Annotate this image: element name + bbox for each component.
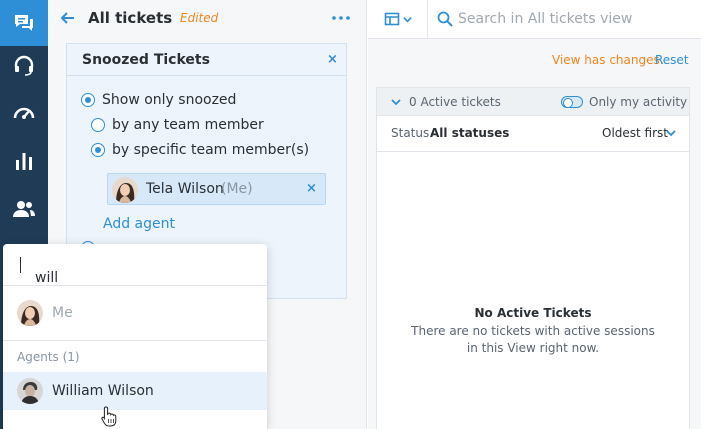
empty-state-line: There are no tickets with active session… [411, 324, 655, 338]
nav-item-reports[interactable] [0, 138, 48, 184]
agent-search-dropdown: will Me Agents (1) William Wilson [3, 244, 267, 429]
only-my-activity-toggle[interactable] [561, 96, 583, 108]
agent-search-input[interactable]: will [3, 244, 267, 286]
chat-bubbles-icon [15, 15, 33, 31]
status-dropdown[interactable]: All statuses [430, 126, 509, 140]
nav-item-tickets[interactable] [0, 0, 48, 46]
speedometer-icon [13, 107, 35, 119]
filter-title: Snoozed Tickets [82, 52, 210, 68]
dropdown-option-agent[interactable]: William Wilson [3, 372, 267, 410]
avatar [17, 378, 43, 404]
page-title: All tickets [88, 9, 173, 27]
radio-button[interactable] [81, 93, 95, 107]
bar-chart-icon [16, 153, 32, 170]
remove-agent-button[interactable]: × [306, 181, 317, 196]
radio-specific-team-member[interactable]: by specific team member(s) [91, 142, 309, 158]
only-my-activity-label: Only my activity [589, 95, 688, 109]
layout-icon [384, 12, 399, 26]
radio-label: by specific team member(s) [112, 142, 310, 158]
view-layout-toggle[interactable] [368, 0, 428, 38]
users-icon [13, 201, 35, 217]
chevron-down-icon[interactable] [391, 97, 401, 107]
chevron-down-icon [402, 16, 412, 22]
nav-item-dashboard[interactable] [0, 90, 48, 136]
view-changes-notice: View has changes. [552, 53, 664, 67]
text-caret [20, 257, 21, 273]
radio-label: Show only snoozed [102, 92, 237, 108]
more-options-icon[interactable] [331, 10, 351, 26]
status-label: Status [391, 126, 430, 140]
filter-header: Snoozed Tickets × [67, 44, 346, 76]
chevron-down-icon[interactable] [666, 129, 676, 137]
search-icon [437, 11, 453, 27]
agent-me-suffix: (Me) [221, 181, 253, 197]
radio-button[interactable] [91, 118, 105, 132]
empty-state-title: No Active Tickets [474, 306, 592, 320]
close-filter-button[interactable]: × [327, 52, 338, 67]
nav-item-support[interactable] [0, 42, 48, 88]
nav-item-customers[interactable] [0, 186, 48, 232]
agent-name: Tela Wilson [146, 181, 224, 197]
view-header: All tickets Edited [48, 0, 367, 38]
radio-label: by any team member [112, 117, 264, 133]
selected-agent-chip: Tela Wilson (Me) × [107, 173, 326, 205]
empty-state-line: in this View right now. [466, 341, 600, 355]
avatar [17, 300, 43, 326]
reset-link[interactable]: Reset [655, 53, 689, 67]
active-tickets-header: 0 Active tickets Only my activity [377, 88, 689, 116]
headset-icon [14, 55, 34, 76]
search-bar [368, 0, 701, 39]
sort-dropdown[interactable]: Oldest first [602, 126, 668, 140]
hand-pointer-icon [101, 406, 117, 427]
search-input[interactable] [458, 8, 693, 30]
edited-badge: Edited [180, 11, 219, 25]
add-agent-link[interactable]: Add agent [103, 216, 175, 232]
dropdown-option-me[interactable]: Me [3, 286, 267, 341]
empty-state-text: There are no tickets with active session… [377, 323, 689, 357]
dropdown-group-label: Agents (1) [17, 350, 80, 364]
option-label: William Wilson [52, 383, 154, 399]
option-label: Me [52, 305, 73, 321]
active-tickets-count: 0 Active tickets [409, 95, 501, 109]
active-tickets-card: 0 Active tickets Only my activity Status… [376, 87, 690, 429]
agent-search-query: will [35, 270, 59, 286]
status-filter-row: Status All statuses Oldest first [377, 116, 689, 152]
back-arrow-icon[interactable] [60, 10, 76, 26]
avatar [112, 177, 138, 203]
tickets-list-panel: View has changes. Reset 0 Active tickets… [368, 0, 701, 429]
radio-button[interactable] [91, 143, 105, 157]
radio-show-only-snoozed[interactable]: Show only snoozed [81, 92, 236, 108]
radio-any-team-member[interactable]: by any team member [91, 117, 264, 133]
